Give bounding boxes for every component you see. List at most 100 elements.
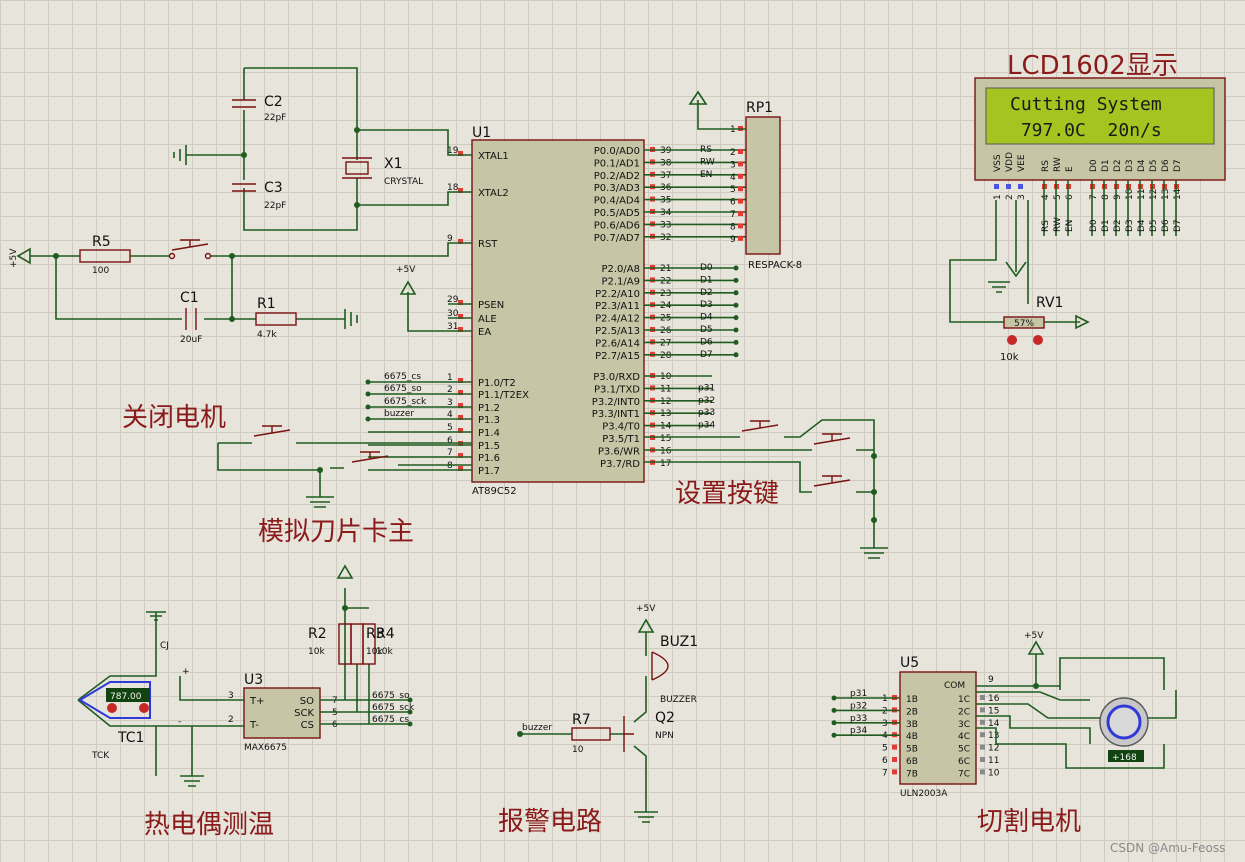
u5-pin-marker (892, 757, 897, 762)
buz-ref: BUZ1 (660, 634, 698, 650)
set-key-1-button[interactable] (741, 420, 779, 432)
simulate-blade-button[interactable] (351, 451, 389, 463)
net-dot (831, 720, 837, 726)
p1-net-label: 6675_sck (384, 397, 427, 407)
lcd-pin-number: 6 (1065, 194, 1075, 200)
u3-pin-name: SCK (294, 708, 314, 719)
u1-ref: U1 (472, 125, 491, 141)
label-thermocouple: 热电偶测温 (144, 810, 274, 840)
rp1-pin-marker (738, 161, 743, 167)
u5-pin-name: 5B (906, 745, 918, 755)
u1-pin-name: P3.0/RXD (593, 372, 640, 383)
u1-pin-name: P2.4/A12 (595, 314, 640, 325)
u1-pin-number: 25 (660, 314, 671, 324)
net-dot (365, 404, 371, 410)
lcd1602-module[interactable]: Cutting System 797.0C 20n/s VSS 1 VDD 2 VEE 3… (974, 77, 1226, 236)
lcd-pin-number: 13 (1161, 189, 1171, 200)
net-dot (733, 277, 739, 283)
oscillator-circuit: C2 22pF C3 22pF X1 CRYSTAL (173, 67, 472, 231)
r2-ref: R2 (308, 626, 327, 642)
r2-value: 10k (308, 647, 325, 657)
r4-ref: R4 (376, 626, 395, 642)
lcd-pin-name: RS (1041, 160, 1051, 172)
u1-pin-name: P1.3 (478, 415, 500, 426)
lcd-pin-name: E (1065, 166, 1075, 172)
rp1-pin-number: 5 (730, 185, 736, 195)
u1-pin-number: 13 (660, 409, 671, 419)
u1-pin-name: P2.5/A13 (595, 326, 640, 337)
u5-pin-number: 16 (988, 694, 1000, 704)
rv1-inc-button[interactable] (1033, 335, 1043, 345)
u1-pin-number: 36 (660, 183, 672, 193)
alarm-net: buzzer (522, 723, 552, 733)
rp1-pin-number: 4 (730, 173, 736, 183)
tc-inc-button[interactable] (139, 703, 149, 713)
u1-part: AT89C52 (472, 486, 517, 497)
x1-ref: X1 (384, 156, 403, 172)
u5-pin-marker (980, 769, 985, 775)
lcd-pin-name: RW (1053, 157, 1063, 172)
u5-pin-name: 7C (958, 769, 970, 779)
rp1-pin-number: 8 (730, 222, 736, 232)
tc-cj: CJ (160, 641, 169, 651)
rv1-ref: RV1 (1036, 295, 1063, 311)
lcd-line1: Cutting System (1010, 94, 1162, 115)
u5-net-label: p31 (850, 689, 867, 699)
u5-pin-name: 2C (958, 707, 970, 717)
u3-pin-name: T+ (249, 696, 265, 707)
rp1-pin-number: 6 (730, 198, 736, 208)
u1-pin-name: P0.6/AD6 (594, 220, 640, 231)
q2-value: NPN (655, 731, 674, 741)
lcd-pin-number: 10 (1125, 188, 1135, 200)
lcd-net-label: RW (1053, 217, 1063, 232)
u5-pin-marker (980, 732, 985, 738)
u1-pin-number: 37 (660, 171, 671, 181)
rv1-percent: 57% (1014, 319, 1034, 329)
u5-net-label: p34 (850, 726, 867, 736)
u1-pin-name: P0.2/AD2 (594, 171, 640, 182)
u5-pin-name: 7B (906, 769, 918, 779)
lcd-pin-number: 5 (1053, 194, 1063, 200)
lcd-line2: 797.0C 20n/s (1010, 120, 1162, 141)
u1-pin-name: P2.6/A14 (595, 338, 640, 349)
rp1-pin-marker (738, 173, 743, 179)
u3-pin-name: T- (249, 720, 259, 731)
lcd-pin-name: D2 (1113, 159, 1123, 172)
lcd-pin-marker (994, 184, 999, 189)
u1-pin-name: P1.0/T2 (478, 378, 516, 389)
lcd-pin-number: 1 (993, 194, 1003, 200)
net-dot (831, 695, 837, 701)
u1-pin-number: 21 (660, 264, 671, 274)
u1-pin-name: EA (478, 327, 491, 338)
net-dot (733, 265, 739, 271)
u1-pin-name: P3.7/RD (600, 459, 640, 470)
u1-pin-name: P3.3/INT1 (592, 409, 640, 420)
lcd-pin-name: VEE (1017, 154, 1027, 172)
u1-pin-name: P0.7/AD7 (594, 233, 640, 244)
u1-net-label: D5 (700, 325, 713, 335)
lcd-pin-marker (1006, 184, 1011, 189)
net-dot (733, 352, 739, 358)
u1-pin-name: P0.1/AD1 (594, 158, 640, 169)
u5-part: ULN2003A (900, 789, 948, 799)
rp1-respack[interactable]: RP1 RESPACK-8 1 2 3 4 5 6 7 8 9 (688, 90, 802, 271)
lcd-pin-name: D0 (1089, 159, 1099, 172)
lcd-pin-number: 2 (1005, 194, 1015, 200)
rv1-dec-button[interactable] (1007, 335, 1017, 345)
u5-pin-marker (892, 769, 897, 775)
net-dot (831, 707, 837, 713)
buz-value: BUZZER (660, 695, 697, 705)
lcd-pin-name: D3 (1125, 159, 1135, 172)
set-key-3-button[interactable] (813, 475, 851, 487)
tc-dec-button[interactable] (107, 703, 117, 713)
tc-temperature: 787.00 (110, 692, 142, 702)
net-dot (365, 391, 371, 397)
motor-position: +168 (1112, 753, 1137, 763)
alarm-vcc: +5V (636, 604, 656, 614)
u1-pin-name: P1.6 (478, 453, 500, 464)
u1-pin-number: 39 (660, 146, 672, 156)
set-key-2-button[interactable] (813, 433, 851, 445)
close-motor-button[interactable] (253, 425, 291, 437)
u1-net-label: RW (700, 157, 715, 167)
lcd-net-label: D6 (1161, 219, 1171, 232)
